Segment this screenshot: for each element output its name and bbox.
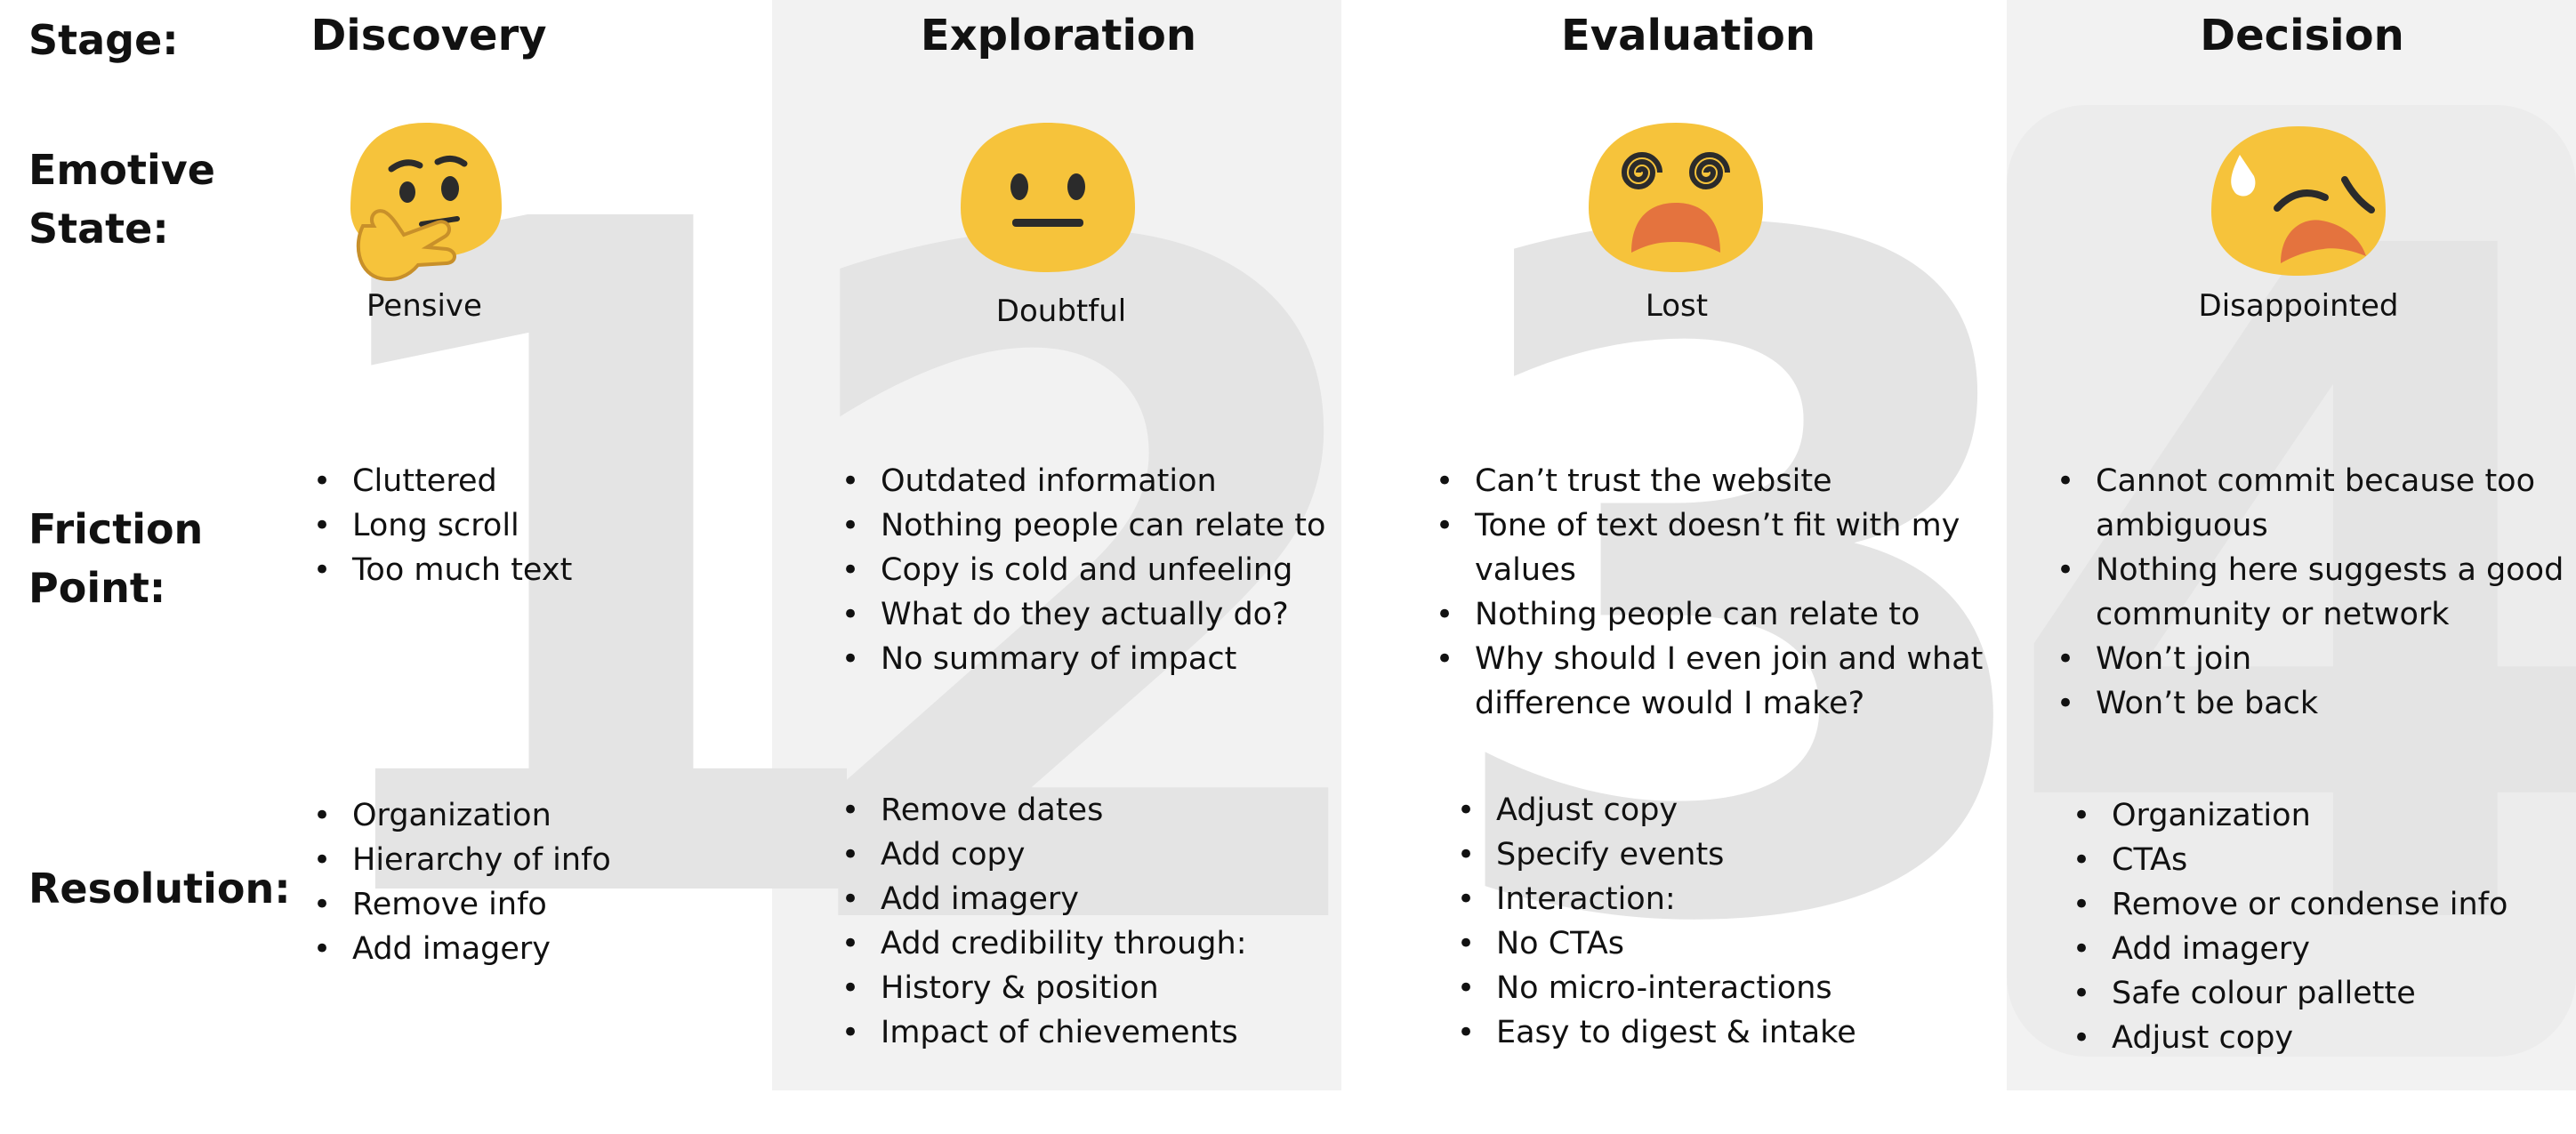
list-item: Adjust copy [2073,1016,2576,1060]
list-item: Cannot commit because too ambiguous [2057,459,2576,548]
list-item: Safe colour pallette [2073,971,2576,1016]
list-item: No summary of impact [841,637,1379,681]
list-item: Easy to digest & intake [1457,1010,1994,1055]
list-item: Add imagery [841,877,1379,921]
list-item: Remove dates [841,788,1379,832]
emotion-label-pensive: Pensive [366,288,482,324]
dizzy-face-icon [1589,123,1763,272]
thinking-face-icon [350,123,502,282]
emotion-label-lost: Lost [1645,288,1709,324]
list-item: CTAs [2073,838,2576,882]
list-item: History & position [841,966,1379,1010]
list-item: Remove or condense info [2073,882,2576,927]
list-item: Won’t join [2057,637,2576,681]
list-item: Outdated information [841,459,1379,503]
list-item: Interaction: [1457,877,1994,921]
list-item: Organization [313,793,744,838]
list-item: Add copy [841,832,1379,877]
list-item: Too much text [313,548,726,592]
emotion-label-disappointed: Disappointed [2198,288,2399,324]
list-item: Adjust copy [1457,788,1994,832]
list-item: Specify events [1457,832,1994,877]
list-item: Remove info [313,882,744,927]
list-item: Cluttered [313,459,726,503]
resolution-list-discovery: Organization Hierarchy of info Remove in… [310,793,744,971]
list-item: Won’t be back [2057,681,2576,726]
row-label-resolution: Resolution: [28,865,291,913]
list-item: Nothing here suggests a good community o… [2057,548,2576,637]
list-item: Impact of chievements [841,1010,1379,1055]
friction-list-exploration: Outdated information Nothing people can … [838,459,1379,681]
friction-list-discovery: Cluttered Long scroll Too much text [310,459,726,592]
friction-list-evaluation: Can’t trust the website Tone of text doe… [1432,459,2000,726]
list-item: Copy is cold and unfeeling [841,548,1379,592]
list-item: No micro-interactions [1457,966,1994,1010]
list-item: No CTAs [1457,921,1994,966]
resolution-list-evaluation: Adjust copy Specify events Interaction: … [1453,788,1994,1055]
neutral-face-icon [961,123,1135,272]
list-item: Nothing people can relate to [1436,592,2000,637]
row-label-stage: Stage: [28,16,179,64]
list-item: What do they actually do? [841,592,1379,637]
disappointed-sweat-face-icon [2211,126,2386,276]
row-label-emotive-line1: Emotive [28,146,215,194]
emotion-label-doubtful: Doubtful [995,294,1127,329]
row-label-friction-line2: Point: [28,564,166,612]
row-label-emotive-state: Emotive State: [28,141,215,258]
stage-title-exploration: Exploration [920,11,1197,60]
list-item: Add imagery [313,927,744,971]
list-item: Nothing people can relate to [841,503,1379,548]
list-item: Can’t trust the website [1436,459,2000,503]
list-item: Long scroll [313,503,726,548]
stage-title-discovery: Discovery [310,11,547,60]
row-label-friction-line1: Friction [28,505,204,553]
row-label-emotive-line2: State: [28,205,169,253]
friction-list-decision: Cannot commit because too ambiguous Noth… [2053,459,2576,726]
list-item: Add imagery [2073,927,2576,971]
resolution-list-exploration: Remove dates Add copy Add imagery Add cr… [838,788,1379,1055]
stage-title-evaluation: Evaluation [1560,11,1816,60]
list-item: Tone of text doesn’t fit with my values [1436,503,2000,592]
list-item: Add credibility through: [841,921,1379,966]
list-item: Hierarchy of info [313,838,744,882]
list-item: Organization [2073,793,2576,838]
list-item: Why should I even join and what differen… [1436,637,2000,726]
resolution-list-decision: Organization CTAs Remove or condense inf… [2069,793,2576,1060]
row-label-friction-point: Friction Point: [28,500,203,617]
stage-title-decision: Decision [2200,11,2404,60]
